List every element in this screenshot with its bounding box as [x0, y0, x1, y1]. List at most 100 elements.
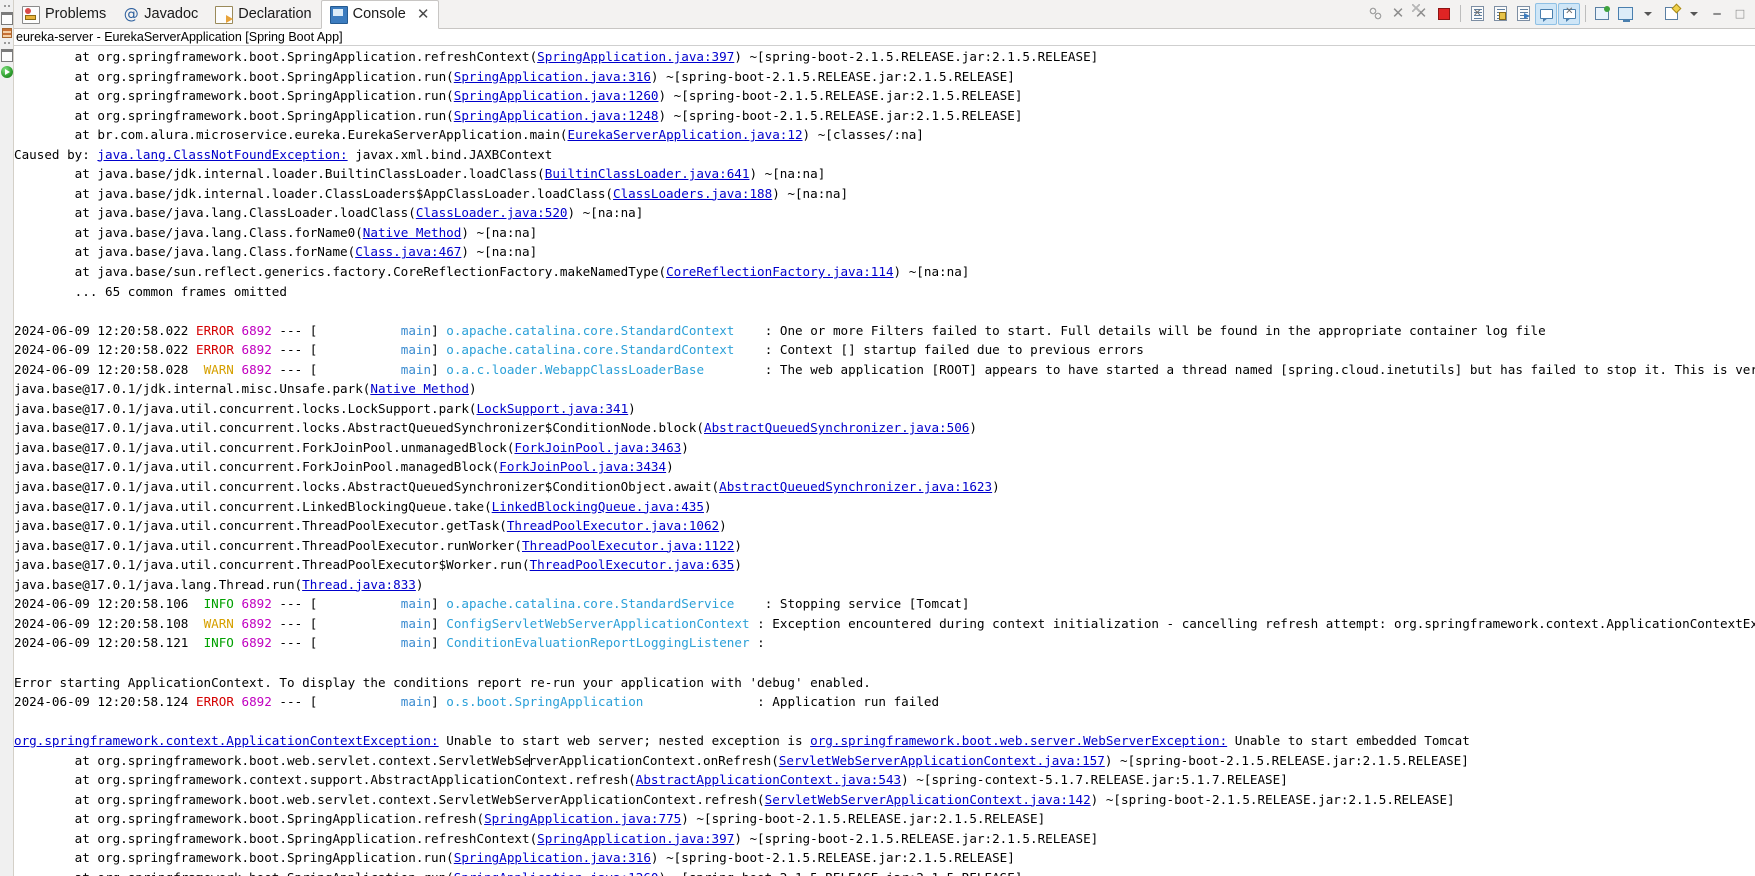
stop-button[interactable]: [1433, 3, 1455, 25]
console-link[interactable]: SpringApplication.java:316: [454, 850, 651, 865]
console-text: ]: [431, 361, 447, 377]
console-text: main: [317, 596, 432, 612]
tab-javadoc-label: Javadoc: [144, 6, 199, 23]
console-text: Caused by:: [14, 146, 98, 162]
console-text: at java.base/java.lang.ClassLoader.loadC…: [14, 205, 416, 221]
console-link[interactable]: AbstractQueuedSynchronizer.java:506: [704, 420, 969, 435]
console-text: 6892: [241, 615, 272, 631]
console-link[interactable]: SpringApplication.java:1248: [454, 108, 659, 123]
console-link[interactable]: ThreadPoolExecutor.java:635: [530, 557, 735, 572]
console-link[interactable]: ThreadPoolExecutor.java:1122: [522, 538, 734, 553]
console-link[interactable]: org.springframework.context.ApplicationC…: [14, 733, 439, 748]
console-link[interactable]: LinkedBlockingQueue.java:435: [492, 499, 704, 514]
console-link[interactable]: BuiltinClassLoader.java:641: [545, 166, 750, 181]
display-selected-console-button[interactable]: [1614, 3, 1636, 25]
console-link[interactable]: Native Method: [363, 225, 462, 240]
console-link[interactable]: ClassLoader.java:520: [416, 205, 568, 220]
scroll-lock-button[interactable]: [1489, 3, 1511, 25]
console-link[interactable]: SpringApplication.java:775: [484, 811, 681, 826]
console-text: ConfigServletWebServerApplicationContext: [446, 615, 750, 631]
console-link[interactable]: ServletWebServerApplicationContext.java:…: [779, 753, 1105, 768]
console-link[interactable]: ServletWebServerApplicationContext.java:…: [765, 792, 1091, 807]
outline-restore-icon[interactable]: [0, 49, 13, 62]
console-text: o.s.boot.SpringApplication: [446, 694, 644, 710]
console-link[interactable]: java.lang.ClassNotFoundException:: [97, 147, 347, 162]
console-link[interactable]: SpringApplication.java:397: [537, 49, 734, 64]
remove-launch-button[interactable]: ✕: [1410, 3, 1432, 25]
tab-javadoc[interactable]: @ Javadoc: [115, 1, 207, 28]
console-text: ): [468, 381, 477, 397]
console-text: at org.springframework.boot.SpringApplic…: [14, 811, 485, 827]
console-text: o.apache.catalina.core.StandardContext: [446, 342, 735, 358]
console-text: WARN: [203, 615, 234, 631]
console-link[interactable]: Native Method: [370, 381, 469, 396]
console-text: ERROR: [195, 342, 234, 358]
console-line: java.base@17.0.1/jdk.internal.misc.Unsaf…: [14, 379, 1755, 399]
relaunch-button[interactable]: [1364, 3, 1386, 25]
console-line: at java.base/java.lang.ClassLoader.loadC…: [14, 203, 1755, 223]
console-link[interactable]: ClassLoaders.java:188: [613, 186, 772, 201]
console-link[interactable]: ForkJoinPool.java:3434: [499, 459, 666, 474]
console-link[interactable]: SpringApplication.java:1260: [454, 88, 659, 103]
console-text: :: [749, 635, 765, 651]
console-text: Unable to start embedded Tomcat: [1227, 733, 1470, 749]
console-output[interactable]: at org.springframework.boot.SpringApplic…: [14, 47, 1755, 876]
tab-console[interactable]: Console ✕: [320, 0, 440, 29]
console-link[interactable]: AbstractApplicationContext.java:543: [636, 772, 901, 787]
console-toolbar: ✕ ✕ ✕ ✕ ━ □: [1364, 0, 1755, 28]
console-link[interactable]: SpringApplication.java:1260: [454, 870, 659, 876]
tab-declaration-label: Declaration: [238, 6, 312, 23]
console-link[interactable]: Class.java:467: [355, 244, 461, 259]
maximize-button[interactable]: □: [1729, 3, 1751, 25]
console-text: --- [: [271, 635, 318, 651]
run-icon[interactable]: [0, 66, 13, 78]
stop-icon: [1438, 7, 1450, 20]
declaration-icon: [215, 5, 234, 24]
console-link[interactable]: ForkJoinPool.java:3463: [514, 440, 681, 455]
javadoc-icon: @: [123, 5, 139, 23]
tab-declaration[interactable]: Declaration: [207, 1, 320, 28]
pin-console-button[interactable]: [1591, 3, 1613, 25]
terminate-button[interactable]: ✕: [1387, 3, 1409, 25]
console-line: java.base@17.0.1/java.util.concurrent.Th…: [14, 555, 1755, 575]
console-link[interactable]: EurekaServerApplication.java:12: [568, 127, 803, 142]
minimize-button[interactable]: ━: [1706, 3, 1728, 25]
console-link[interactable]: AbstractQueuedSynchronizer.java:1623: [719, 479, 992, 494]
show-console-stdout-button[interactable]: [1535, 2, 1557, 25]
console-text: ERROR: [195, 322, 234, 338]
toolbar-divider: [1460, 5, 1461, 22]
tab-problems[interactable]: Problems: [14, 1, 115, 28]
clear-console-button[interactable]: ✕: [1466, 3, 1488, 25]
open-console-button[interactable]: [1660, 3, 1682, 25]
console-text: main: [317, 322, 432, 338]
console-line: at java.base/java.lang.Class.forName(Cla…: [14, 242, 1755, 262]
display-selected-console-menu[interactable]: [1637, 3, 1659, 25]
restore-icon[interactable]: [0, 12, 13, 25]
console-link[interactable]: org.springframework.boot.web.server.WebS…: [810, 733, 1227, 748]
console-line: at org.springframework.boot.web.servlet.…: [14, 790, 1755, 810]
close-icon[interactable]: ✕: [417, 7, 430, 22]
lock-badge-icon: [1498, 12, 1506, 20]
console-link[interactable]: SpringApplication.java:397: [537, 831, 734, 846]
console-text: : One or more Filters failed to start. F…: [734, 322, 1546, 338]
word-wrap-button[interactable]: [1512, 3, 1534, 25]
view-menu-button[interactable]: [1683, 3, 1705, 25]
console-line: at org.springframework.boot.SpringApplic…: [14, 809, 1755, 829]
console-link[interactable]: CoreReflectionFactory.java:114: [666, 264, 893, 279]
package-explorer-icon[interactable]: [1, 28, 12, 38]
console-link[interactable]: Thread.java:833: [302, 577, 416, 592]
console-text: at org.springframework.context.support.A…: [14, 772, 636, 788]
console-text: INFO: [203, 635, 234, 651]
show-console-stderr-button[interactable]: ✕: [1558, 2, 1580, 25]
chevron-down-icon: [1644, 11, 1652, 16]
console-link[interactable]: LockSupport.java:341: [477, 401, 629, 416]
pin-icon: [1595, 6, 1610, 20]
chevron-down-menu-icon: [1690, 11, 1698, 16]
console-line: at org.springframework.boot.web.servlet.…: [14, 751, 1755, 771]
console-link[interactable]: SpringApplication.java:316: [454, 69, 651, 84]
console-text: java.base@17.0.1/java.util.concurrent.lo…: [14, 400, 477, 416]
console-link[interactable]: ThreadPoolExecutor.java:1062: [507, 518, 719, 533]
remove-launch-icon: ✕: [1411, 4, 1428, 22]
